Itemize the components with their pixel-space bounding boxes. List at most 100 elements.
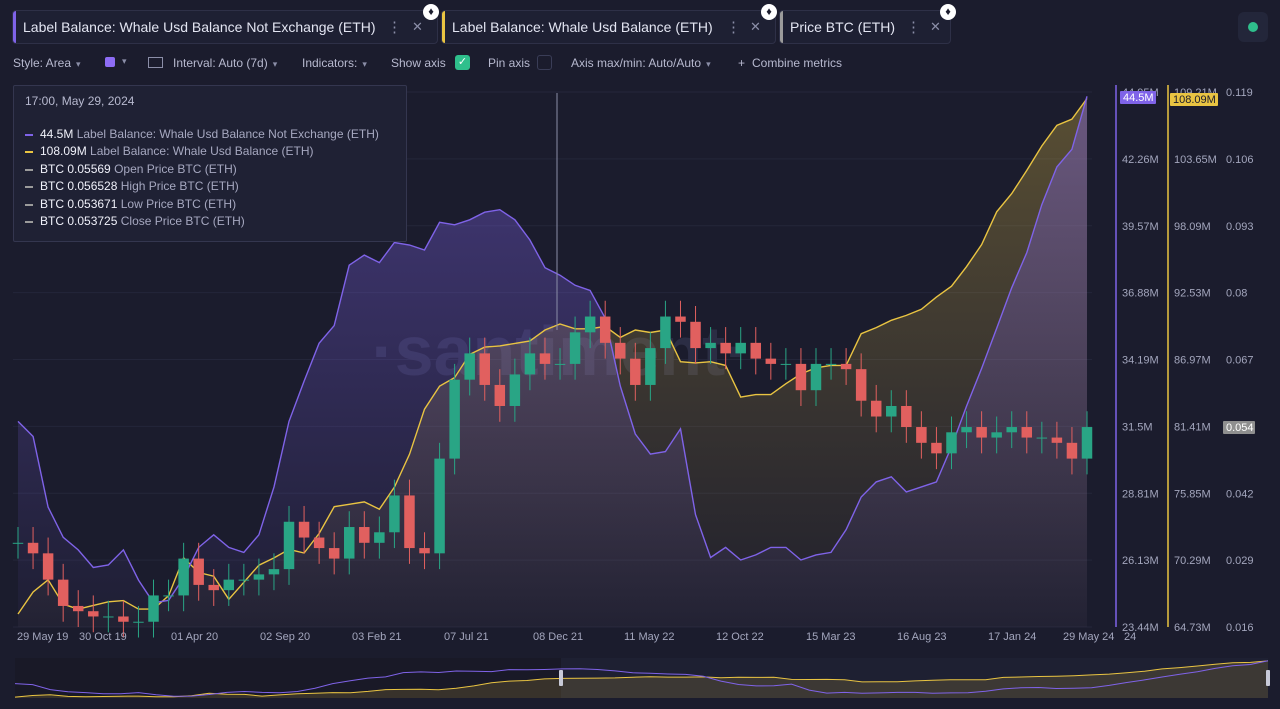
- candle-body: [810, 363, 822, 391]
- candle-body: [464, 353, 475, 380]
- candle-body: [976, 427, 987, 438]
- y-tick-label: 34.19M: [1122, 355, 1159, 367]
- x-tick-label: 02 Sep 20: [260, 631, 310, 643]
- candle-body: [750, 342, 762, 359]
- legend-row: BTC 0.05569 Open Price BTC (ETH): [25, 162, 237, 176]
- candle-body: [1036, 437, 1048, 439]
- y-tick-label: 98.09M: [1174, 221, 1211, 233]
- x-axis: 29 May 19 30 Oct 19 01 Apr 20 02 Sep 20 03 F…: [17, 631, 1136, 643]
- candle-body: [389, 495, 400, 533]
- candle-body: [434, 458, 445, 554]
- candle-body: [72, 605, 84, 612]
- y-tick-label: 36.88M: [1122, 288, 1159, 300]
- y-tick-label: 39.57M: [1122, 221, 1159, 233]
- candle-body: [103, 616, 114, 618]
- candle-body: [825, 363, 837, 365]
- candle-body: [343, 527, 355, 559]
- y-tick-label: 28.81M: [1122, 488, 1159, 500]
- candle-body: [118, 616, 129, 622]
- candle-body: [494, 384, 506, 406]
- candle-body: [675, 316, 686, 322]
- x-tick-label: 29 May 19: [17, 631, 68, 643]
- y-tick-label: 0.119: [1226, 87, 1253, 99]
- candle-body: [855, 369, 867, 401]
- candle-body: [720, 342, 731, 354]
- candle-body: [901, 405, 912, 428]
- x-tick-label: 08 Dec 21: [533, 631, 583, 643]
- navigator-handle-right[interactable]: [1266, 670, 1270, 686]
- y-tick-label: 75.85M: [1174, 488, 1211, 500]
- legend-row: 44.5M Label Balance: Whale Usd Balance N…: [25, 127, 379, 141]
- candle-body: [539, 353, 551, 364]
- candle-body: [359, 527, 370, 543]
- y-tick-label: 31.5M: [1122, 421, 1153, 433]
- candle-body: [133, 621, 144, 623]
- candle-body: [268, 569, 280, 575]
- candle-body: [404, 495, 415, 549]
- candle-body: [946, 432, 957, 454]
- y-tick-label: 42.26M: [1122, 154, 1159, 166]
- candle-body: [419, 548, 430, 554]
- candle-body: [569, 332, 581, 364]
- candle-body: [1051, 437, 1063, 443]
- x-tick-label: 03 Feb 21: [352, 631, 402, 643]
- candle-body: [449, 379, 460, 459]
- y-tick-label: 0.106: [1226, 154, 1254, 166]
- candle-body: [374, 532, 385, 543]
- candle-body: [690, 321, 701, 349]
- candle-body: [886, 405, 897, 417]
- current-value-badge: 0.054: [1226, 422, 1254, 434]
- candle-body: [735, 342, 746, 354]
- candle-body: [1021, 427, 1033, 438]
- candle-body: [660, 316, 671, 349]
- candle-body: [283, 521, 295, 570]
- candle-body: [178, 558, 189, 596]
- candle-body: [645, 348, 656, 385]
- candle-body: [1066, 442, 1078, 459]
- candle-body: [88, 611, 99, 617]
- candle-body: [615, 342, 626, 359]
- candle-body: [57, 579, 69, 606]
- y-tick-label: 103.65M: [1174, 154, 1217, 166]
- candle-body: [208, 584, 219, 591]
- axes: 44.95M42.26M39.57M36.88M34.19M31.5M28.81…: [1115, 85, 1255, 634]
- x-tick-label: 15 Mar 23: [806, 631, 856, 643]
- candle-body: [313, 537, 325, 549]
- candle-body: [795, 363, 807, 391]
- y-tick-label: 81.41M: [1174, 421, 1211, 433]
- x-tick-label: 16 Aug 23: [897, 631, 947, 643]
- candle-body: [328, 548, 340, 559]
- candle-body: [870, 400, 882, 417]
- x-tick-label: 07 Jul 21: [444, 631, 489, 643]
- current-value-badge: 44.5M: [1123, 92, 1154, 104]
- x-tick-label: 12 Oct 22: [716, 631, 764, 643]
- candle-body: [840, 363, 852, 370]
- legend-row: 108.09M Label Balance: Whale Usd Balance…: [25, 144, 314, 158]
- candle-body: [509, 374, 521, 406]
- candle-body: [163, 595, 174, 597]
- tooltip-legend: 17:00, May 29, 2024 44.5M Label Balance:…: [13, 85, 407, 242]
- y-tick-label: 0.016: [1226, 622, 1254, 634]
- x-tick-label: 24: [1124, 631, 1136, 643]
- y-tick-label: 0.042: [1226, 488, 1254, 500]
- current-value-badge: 108.09M: [1173, 94, 1216, 106]
- candle-body: [991, 432, 1002, 438]
- candle-body: [27, 542, 39, 554]
- navigator-handle-left[interactable]: [559, 670, 563, 686]
- candle-body: [1081, 427, 1093, 459]
- y-tick-label: 26.13M: [1122, 555, 1159, 567]
- y-tick-label: 70.29M: [1174, 555, 1211, 567]
- candle-body: [298, 521, 310, 538]
- candle-body: [780, 363, 792, 365]
- y-tick-label: 0.029: [1226, 555, 1254, 567]
- candle-body: [1006, 427, 1017, 433]
- navigator[interactable]: [14, 658, 1270, 698]
- candle-body: [479, 353, 490, 385]
- candle-body: [238, 579, 250, 581]
- legend-row: BTC 0.053671 Low Price BTC (ETH): [25, 197, 236, 211]
- x-tick-label: 17 Jan 24: [988, 631, 1036, 643]
- x-tick-label: 11 May 22: [624, 631, 675, 643]
- candle-body: [42, 553, 54, 580]
- candle-body: [599, 316, 611, 343]
- candle-body: [931, 442, 942, 454]
